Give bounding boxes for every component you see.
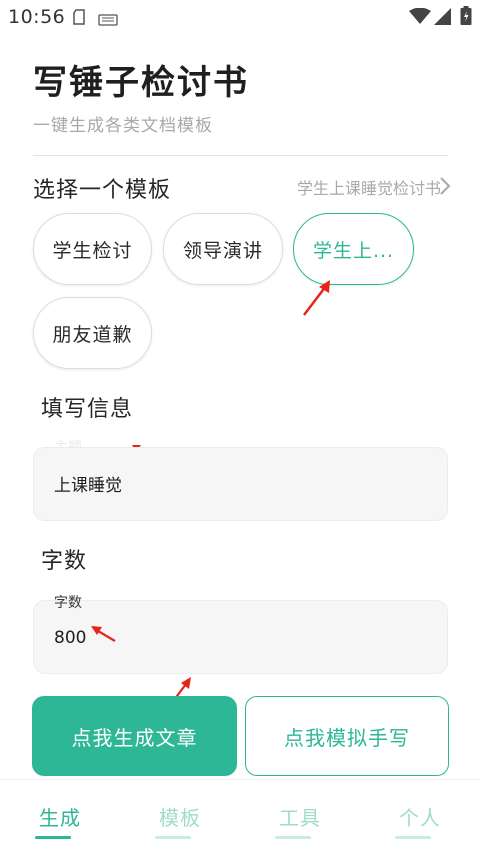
annotation-arrow [303,280,330,316]
wifi-icon [409,7,431,29]
sd-card-icon [72,9,86,29]
nav-indicator [395,836,431,839]
nav-item-profile[interactable]: 个人 [390,802,450,839]
nav-indicator [155,836,191,839]
page-title: 写锤子检讨书 [33,63,249,103]
status-time: 10:56 [8,6,66,28]
wordcount-field-label: 字数 [54,595,82,611]
selected-template-link[interactable]: 学生上课睡觉检讨书 [297,175,441,199]
nav-item-label: 生成 [39,806,81,830]
bottom-nav: 生成 模板 工具 个人 [0,779,481,856]
cell-signal-icon [434,8,451,29]
annotation-arrow [91,626,116,642]
info-section-title: 填写信息 [41,397,134,422]
generate-article-button[interactable]: 点我生成文章 [32,696,237,776]
template-chip-friend-apology[interactable]: 朋友道歉 [33,297,152,369]
nav-item-label: 工具 [279,806,321,830]
nav-item-templates[interactable]: 模板 [150,802,210,839]
nav-indicator [35,836,71,839]
template-section-title: 选择一个模板 [33,178,172,203]
nav-item-label: 模板 [159,806,201,830]
nav-indicator [275,836,311,839]
keyboard-icon [98,11,118,30]
theme-input-value[interactable]: 上课睡觉 [54,471,122,496]
battery-icon [460,6,472,30]
simulate-handwriting-button[interactable]: 点我模拟手写 [245,696,449,776]
wordcount-section-title: 字数 [41,549,88,574]
template-chip-student-review[interactable]: 学生检讨 [33,213,152,285]
status-bar: 10:56 [0,0,481,34]
chevron-right-icon[interactable] [439,177,451,199]
nav-item-tools[interactable]: 工具 [270,802,330,839]
wordcount-input-value[interactable]: 800 [54,628,86,648]
nav-item-generate[interactable]: 生成 [30,802,90,839]
divider [33,155,448,156]
nav-item-label: 个人 [399,806,441,830]
page-subtitle: 一键生成各类文档模板 [33,116,213,136]
template-chip-leader-speech[interactable]: 领导演讲 [163,213,283,285]
